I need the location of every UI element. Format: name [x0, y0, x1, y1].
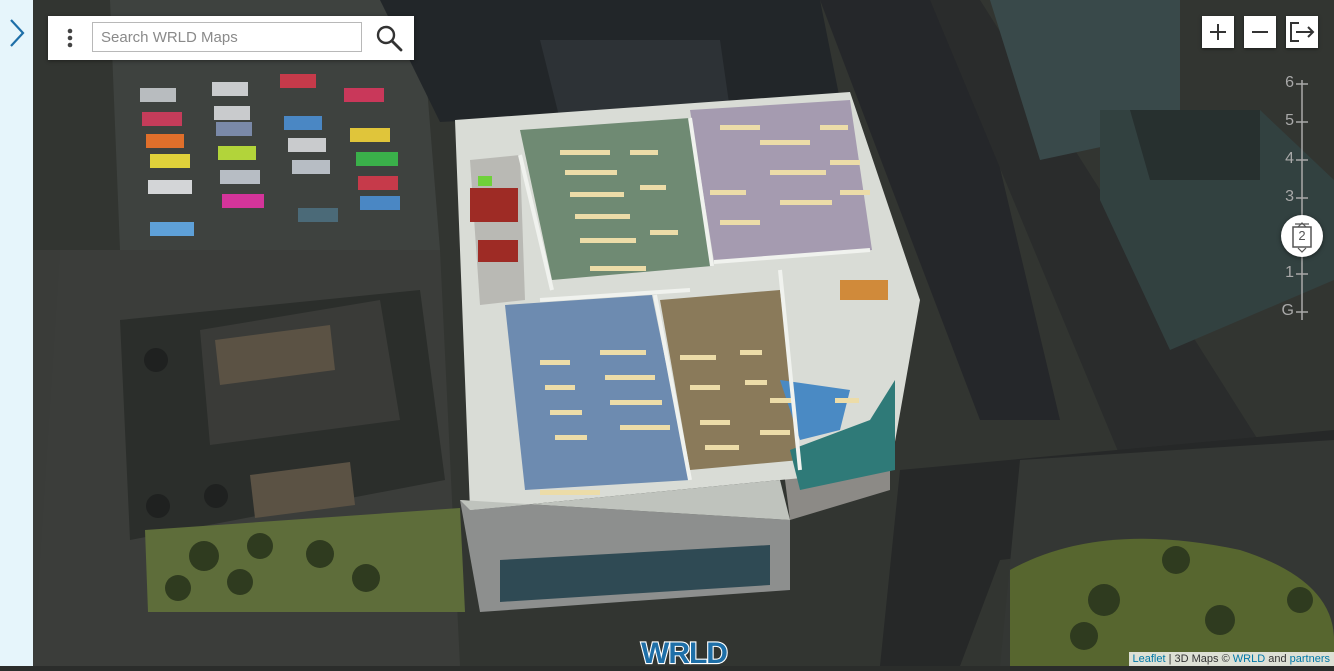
zoom-in-button[interactable]	[1202, 16, 1234, 48]
current-floor-handle[interactable]: 2	[1281, 215, 1323, 257]
plus-icon	[1202, 16, 1234, 48]
leaflet-link[interactable]: Leaflet	[1133, 653, 1166, 665]
wrld-logo-text: WRLD	[641, 637, 727, 666]
search-button[interactable]	[374, 23, 404, 53]
search-bar	[48, 16, 414, 60]
wrld-logo: WRLD	[634, 634, 734, 666]
office-lilac-room	[690, 100, 872, 262]
chevron-right-icon	[4, 16, 28, 50]
floor-selector[interactable]: 6 5 4 3 1 G 2	[1270, 70, 1334, 330]
current-floor-number: 2	[1281, 228, 1323, 243]
expand-sidebar-button[interactable]	[4, 16, 28, 50]
partners-link[interactable]: partners	[1290, 653, 1330, 665]
attribution-separator: |	[1169, 653, 1172, 665]
exit-indoor-button[interactable]	[1286, 16, 1318, 48]
floor-label-1[interactable]: 1	[1274, 264, 1294, 282]
floor-label-g[interactable]: G	[1274, 302, 1294, 320]
attribution-maps-text: 3D Maps ©	[1175, 653, 1230, 665]
exit-icon	[1286, 16, 1318, 48]
vertical-dots-icon	[56, 24, 84, 52]
magnifier-icon	[374, 23, 404, 53]
zoom-out-button[interactable]	[1244, 16, 1276, 48]
floor-label-6[interactable]: 6	[1274, 74, 1294, 92]
search-input[interactable]	[92, 22, 362, 52]
map-attribution: Leaflet | 3D Maps © WRLD and partners	[1129, 652, 1334, 666]
office-green-room	[520, 118, 712, 280]
floor-label-5[interactable]: 5	[1274, 112, 1294, 130]
floor-label-3[interactable]: 3	[1274, 188, 1294, 206]
attribution-and: and	[1268, 653, 1286, 665]
minus-icon	[1244, 16, 1276, 48]
side-panel-strip	[0, 0, 33, 666]
map-3d-view[interactable]	[33, 0, 1334, 666]
floor-label-4[interactable]: 4	[1274, 150, 1294, 168]
wrld-link[interactable]: WRLD	[1233, 653, 1265, 665]
menu-button[interactable]	[56, 24, 84, 52]
